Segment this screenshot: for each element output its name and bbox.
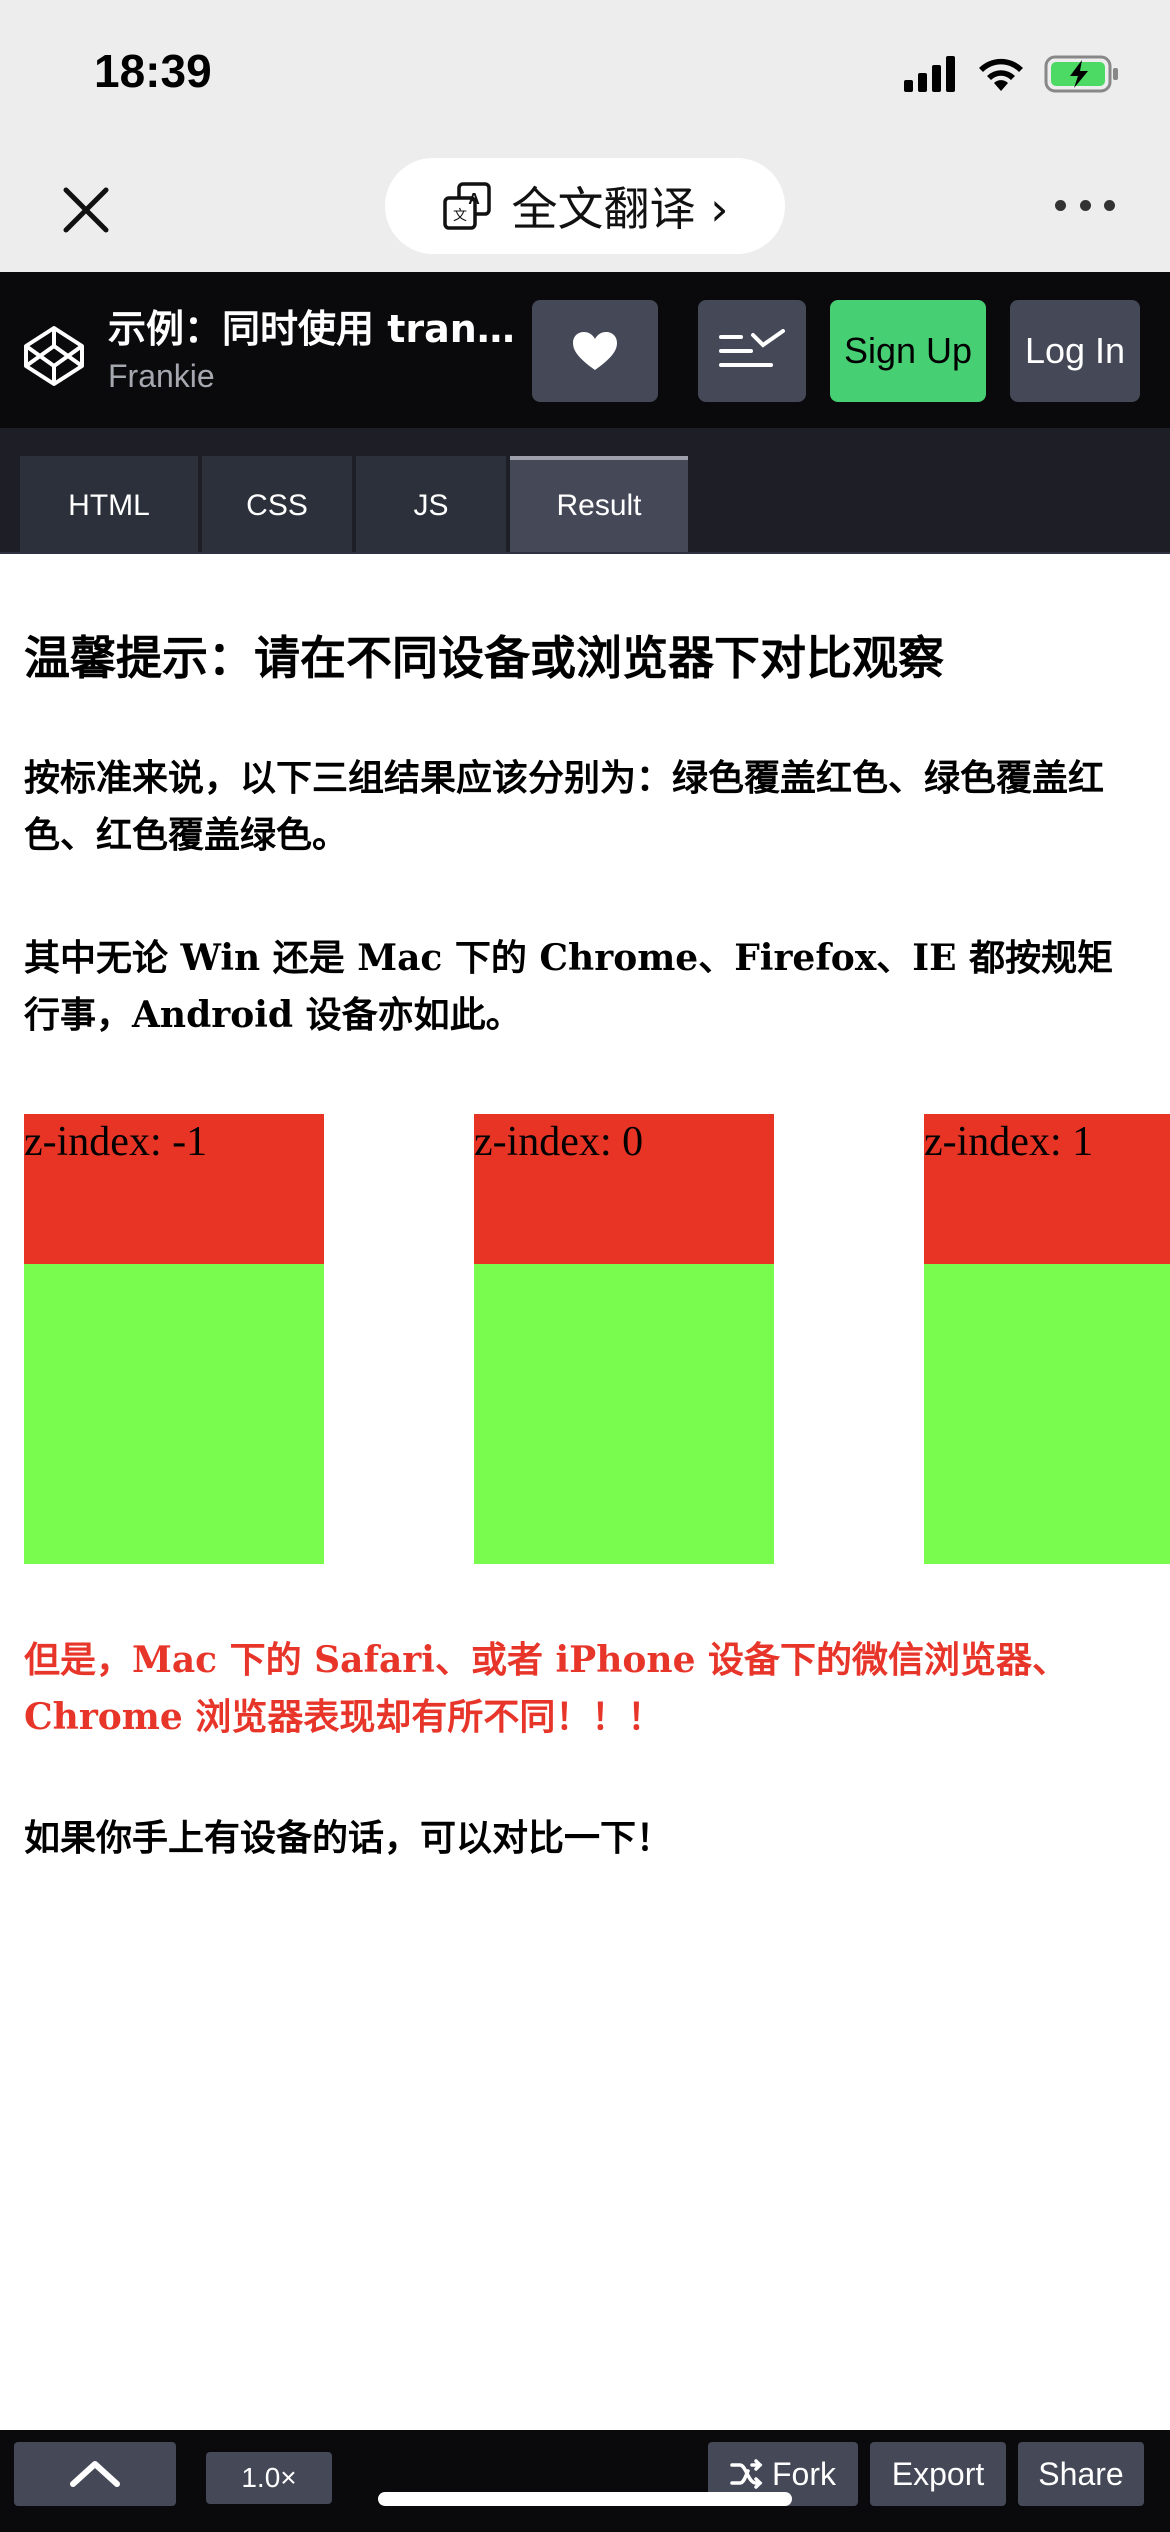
- change-view-button[interactable]: [698, 300, 806, 402]
- demo-box-1: z-index: -1: [24, 1114, 324, 1564]
- compare-paragraph: 如果你手上有设备的话，可以对比一下！: [24, 1817, 673, 1859]
- translate-icon: A 文: [443, 182, 492, 230]
- export-button[interactable]: Export: [870, 2442, 1006, 2506]
- home-indicator[interactable]: [378, 2492, 792, 2506]
- fork-icon: [730, 2459, 763, 2489]
- svg-text:文: 文: [453, 208, 467, 224]
- more-icon: [1055, 199, 1066, 211]
- box-caption: z-index: 1: [924, 1119, 1094, 1165]
- wifi-icon: [979, 58, 1023, 91]
- codepen-bottom-bar: 1.0× Fork Export Share: [0, 2430, 1170, 2532]
- box-caption: z-index: 0: [474, 1119, 644, 1165]
- pen-author[interactable]: Frankie: [108, 358, 215, 395]
- share-button[interactable]: Share: [1018, 2442, 1144, 2506]
- fork-label: Fork: [772, 2455, 836, 2492]
- login-button[interactable]: Log In: [1010, 300, 1140, 402]
- page-heading: 温馨提示：请在不同设备或浏览器下对比观察: [24, 631, 944, 685]
- tab-js[interactable]: JS: [356, 456, 506, 552]
- box-caption: z-index: -1: [24, 1119, 208, 1165]
- status-time: 18:39: [94, 45, 212, 97]
- chevron-up-icon: [70, 2461, 120, 2487]
- codepen-header: 示例：同时使用 transf… Frankie Sign Up Log In: [0, 272, 1170, 428]
- translate-button[interactable]: A 文 全文翻译 ›: [385, 158, 785, 254]
- browsers-paragraph: 其中无论 Win 还是 Mac 下的 Chrome、Firefox、IE 都按规…: [24, 937, 1114, 1036]
- intro-paragraph: 按标准来说，以下三组结果应该分别为：绿色覆盖红色、绿色覆盖红色、红色覆盖绿色。: [24, 757, 1105, 856]
- translate-label: 全文翻译 ›: [511, 182, 729, 236]
- close-button[interactable]: [56, 180, 116, 240]
- heart-icon: [573, 332, 617, 370]
- tab-result[interactable]: Result: [510, 456, 688, 552]
- like-button[interactable]: [532, 300, 658, 402]
- layout-icon: [719, 329, 785, 367]
- more-icon-dot: [1104, 199, 1115, 211]
- svg-text:A: A: [469, 191, 481, 208]
- result-frame: 温馨提示：请在不同设备或浏览器下对比观察 按标准来说，以下三组结果应该分别为：绿…: [0, 556, 1170, 2430]
- pen-title: 示例：同时使用 transf…: [108, 307, 528, 351]
- signal-icon: [904, 56, 955, 92]
- demo-box-3: z-index: 1: [924, 1114, 1170, 1564]
- browser-nav-bar: A 文 全文翻译 ›: [0, 150, 1170, 272]
- battery-charging-icon: [1044, 55, 1118, 93]
- codepen-logo-icon[interactable]: [22, 324, 86, 388]
- more-button[interactable]: [1055, 190, 1115, 220]
- close-icon: [63, 187, 109, 233]
- editor-tabs: HTML CSS JS Result: [0, 428, 1170, 554]
- expand-console-button[interactable]: [14, 2442, 176, 2506]
- warning-paragraph: 但是，Mac 下的 Safari、或者 iPhone 设备下的微信浏览器、Chr…: [24, 1639, 1069, 1738]
- demo-box-2: z-index: 0: [474, 1114, 774, 1564]
- more-icon-dot: [1079, 199, 1091, 211]
- status-icons: [904, 50, 1120, 98]
- status-bar: 18:39: [0, 0, 1170, 150]
- tab-html[interactable]: HTML: [20, 456, 198, 552]
- signup-button[interactable]: Sign Up: [830, 300, 986, 402]
- zoom-select[interactable]: 1.0×: [206, 2452, 332, 2504]
- tab-css[interactable]: CSS: [202, 456, 352, 552]
